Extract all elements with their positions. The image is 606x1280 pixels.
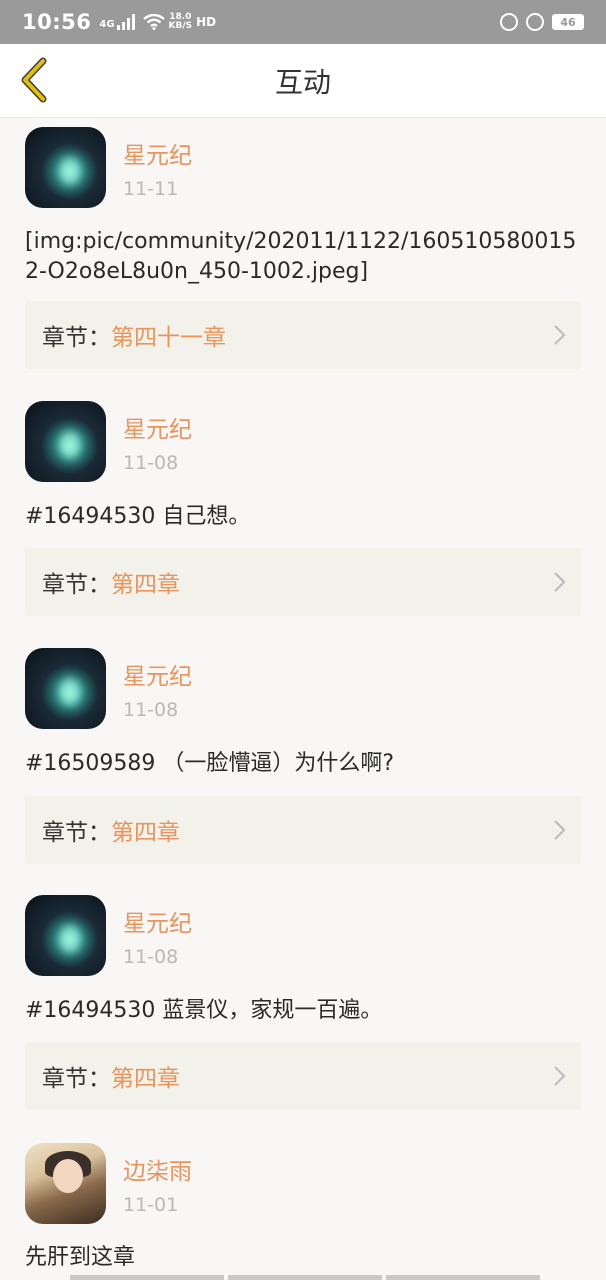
post-content: #16494530 自己想。 [25, 504, 251, 529]
chapter-label: 章节： [42, 820, 111, 846]
chevron-left-icon [21, 57, 47, 103]
page-title: 互动 [274, 65, 331, 99]
post-date: 11-08 [123, 699, 179, 721]
username[interactable]: 星元纪 [123, 410, 192, 444]
hd-indicator: HD [196, 15, 217, 29]
chevron-right-icon [554, 820, 566, 840]
username[interactable]: 星元纪 [123, 136, 192, 170]
signal-bars-icon [116, 14, 135, 30]
chevron-right-icon [554, 325, 566, 345]
back-button[interactable] [12, 56, 56, 104]
post-date: 11-01 [123, 1194, 179, 1216]
username[interactable]: 星元纪 [123, 657, 192, 691]
chapter-link[interactable]: 章节： 第四十一章 [25, 301, 581, 369]
post-content: [img:pic/community/202011/1122/160510580… [25, 229, 577, 284]
battery-icon: 46 [552, 14, 584, 30]
chapter-link[interactable]: 章节： 第四章 [25, 1042, 581, 1110]
post-content: 先肝到这章 [25, 1245, 136, 1270]
wifi-icon [142, 14, 165, 30]
speed-unit: KB/S [168, 21, 193, 31]
username[interactable]: 边柒雨 [123, 1152, 192, 1186]
interaction-feed[interactable]: 星元纪 11-11 [img:pic/community/202011/1122… [0, 118, 606, 1280]
status-bar: 10:56 4G 18.0 KB/S HD 46 [0, 0, 606, 44]
network-speed: 18.0 KB/S [169, 13, 193, 31]
chevron-right-icon [554, 1066, 566, 1086]
chapter-label: 章节： [42, 325, 111, 351]
bottom-bar-edge [70, 1275, 540, 1280]
status-right-icons: 46 [500, 13, 584, 31]
chapter-link[interactable]: 章节： 第四章 [25, 548, 581, 616]
chapter-name: 第四十一章 [111, 325, 226, 351]
lock-rotation-icon [500, 13, 518, 31]
signal-indicator: 4G [99, 14, 135, 30]
status-time: 10:56 [22, 10, 92, 34]
chapter-label: 章节： [42, 572, 111, 598]
avatar[interactable] [25, 895, 106, 976]
post-date: 11-08 [123, 946, 179, 968]
chapter-link[interactable]: 章节： 第四章 [25, 796, 581, 864]
chapter-name: 第四章 [111, 1066, 180, 1092]
chevron-right-icon [554, 572, 566, 592]
network-type: 4G [99, 19, 115, 30]
chapter-name: 第四章 [111, 572, 180, 598]
avatar[interactable] [25, 648, 106, 729]
post-content: #16494530 蓝景仪，家规一百遍。 [25, 998, 383, 1023]
alarm-icon [526, 13, 544, 31]
chapter-label: 章节： [42, 1066, 111, 1092]
avatar[interactable] [25, 401, 106, 482]
username[interactable]: 星元纪 [123, 904, 192, 938]
post-date: 11-11 [123, 178, 179, 200]
avatar[interactable] [25, 1143, 106, 1224]
post-date: 11-08 [123, 452, 179, 474]
post-content: #16509589 （一脸懵逼）为什么啊? [25, 751, 395, 776]
app-header: 互动 [0, 44, 606, 118]
avatar[interactable] [25, 127, 106, 208]
chapter-name: 第四章 [111, 820, 180, 846]
